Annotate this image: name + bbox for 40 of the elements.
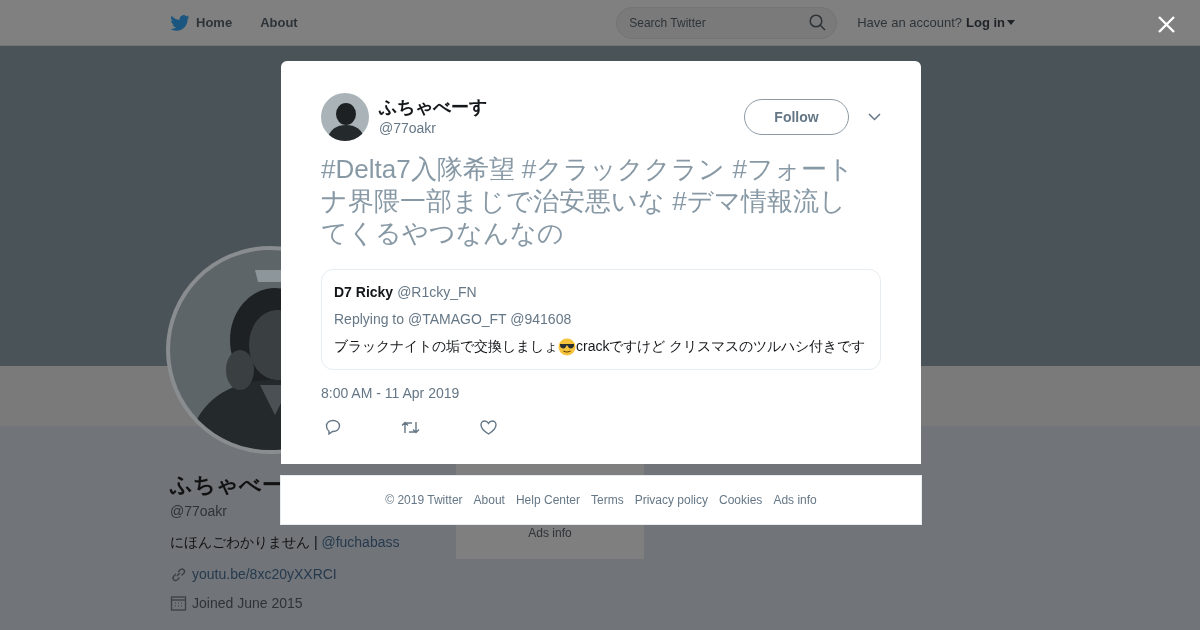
account-prompt: Have an account? — [857, 13, 962, 32]
heart-icon[interactable] — [480, 419, 497, 435]
avatar — [321, 93, 369, 141]
copyright-text: © 2019 Twitter — [385, 492, 463, 509]
sunglasses-face-icon — [558, 337, 576, 356]
author-name[interactable]: ふちゃべーす — [379, 96, 487, 118]
profile-link[interactable]: youtu.be/8xc20yXXRCI — [192, 564, 337, 585]
close-icon[interactable] — [1158, 16, 1175, 33]
quoted-tweet[interactable]: D7 Ricky @R1cky_FN Replying to @TAMAGO_FT @941608 ブラックナイトの垢で交換しましょ crackですけど クリスマスのツルハシ付きです — [321, 269, 881, 370]
quoted-author-name: D7 Ricky — [334, 283, 394, 302]
search-field[interactable]: Search Twitter — [616, 6, 838, 39]
link-icon — [170, 566, 187, 583]
footer-link[interactable]: Cookies — [719, 491, 763, 509]
joined-date: Joined June 2015 — [192, 594, 303, 613]
retweet-icon[interactable] — [401, 419, 420, 435]
footer-link[interactable]: Terms — [591, 491, 624, 509]
quoted-author-handle: @R1cky_FN — [397, 283, 477, 302]
ads-info-link[interactable]: Ads info — [528, 524, 572, 542]
search-icon — [809, 13, 827, 31]
quoted-text: crackですけど クリスマスのツルハシ付きです — [576, 337, 866, 356]
replying-to-text: Replying to @TAMAGO_FT @941608 — [334, 310, 573, 329]
caret-icon — [1007, 20, 1015, 25]
footer-link[interactable]: Help Center — [515, 491, 580, 509]
tweet-timestamp[interactable]: 8:00 AM - 11 Apr 2019 — [321, 383, 881, 404]
tweet-text: #Delta7入隊希望 #クラッククラン #フォートナ界隈一部まじで治安悪いな #デマ情報流してくるやつなんなの — [321, 153, 855, 249]
footer-link[interactable]: Privacy policy — [634, 491, 708, 509]
reply-icon[interactable] — [325, 419, 341, 435]
bio-text: にほんごわかりません | @fuchabass — [170, 533, 401, 552]
footer-link[interactable]: About — [473, 491, 505, 509]
nav-link[interactable]: Home — [170, 12, 233, 33]
footer-link[interactable]: Ads info — [773, 491, 817, 509]
login-button[interactable]: Log in — [966, 12, 1015, 33]
chevron-down-icon[interactable] — [868, 113, 881, 121]
calendar-icon — [170, 595, 187, 612]
nav-link[interactable]: About — [260, 12, 298, 33]
profile-handle: @77oakr — [170, 502, 229, 521]
quoted-text: ブラックナイトの垢で交換しましょ — [334, 337, 558, 356]
mention-link[interactable]: @fuchabass — [321, 534, 400, 550]
author-handle[interactable]: @77oakr — [379, 118, 487, 138]
bird-icon — [170, 14, 190, 31]
